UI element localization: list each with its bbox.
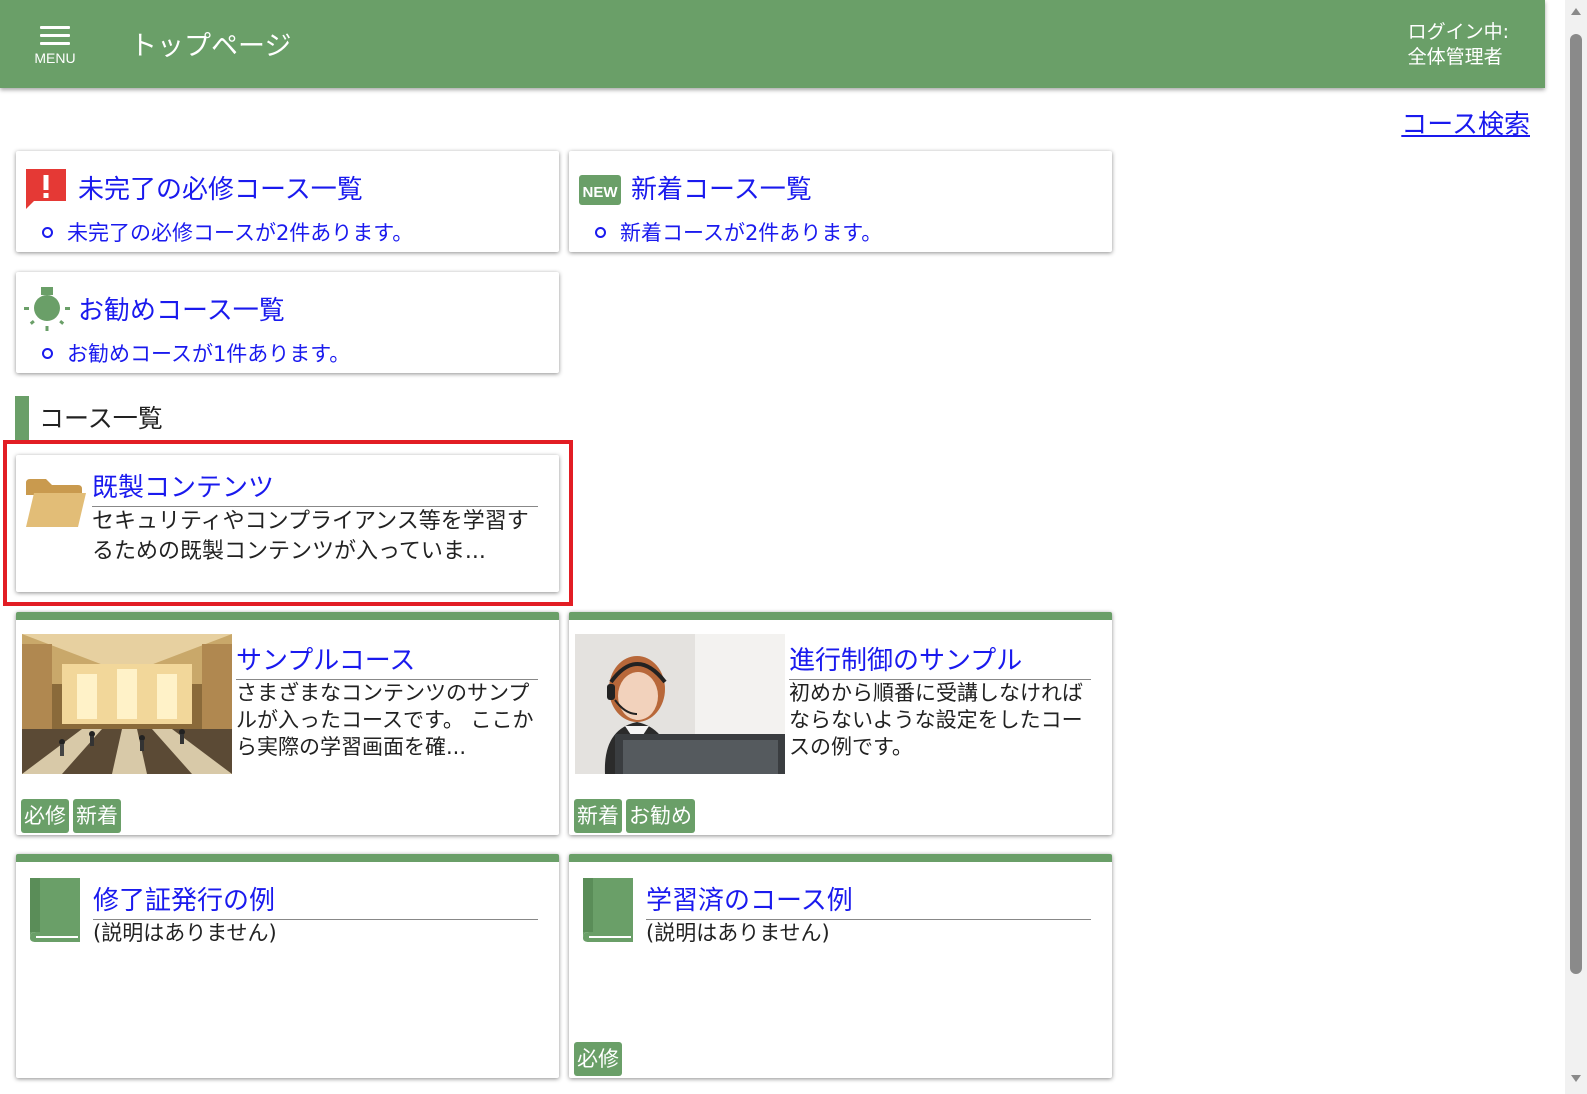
course-title-sample[interactable]: サンプルコース <box>236 640 538 680</box>
course-description-completed: (説明はありません) <box>646 921 830 945</box>
hamburger-icon <box>40 26 70 45</box>
incomplete-required-card: 未完了の必修コース一覧 未完了の必修コースが2件あります。 <box>16 151 559 252</box>
new-courses-title[interactable]: 新着コース一覧 <box>631 169 812 206</box>
course-description-progress-control: 初めから順番に受講しなければならないような設定をしたコースの例です。 <box>789 681 1083 759</box>
menu-button[interactable]: MENU <box>30 20 80 72</box>
app-header: MENU トップページ ログイン中: 全体管理者 <box>0 0 1545 88</box>
lightbulb-icon <box>24 287 70 331</box>
course-search-link[interactable]: コース検索 <box>1401 104 1530 141</box>
folder-card-prebuilt-content[interactable]: 既製コンテンツ セキュリティやコンプライアンス等を学習するための既製コンテンツが… <box>16 455 559 592</box>
new-courses-item[interactable]: 新着コースが2件あります。 <box>595 217 882 247</box>
scroll-down-arrow-icon[interactable] <box>1571 1075 1581 1082</box>
course-thumbnail-headset <box>575 634 785 774</box>
scrollbar[interactable] <box>1565 0 1587 1094</box>
course-badges-sample: 必修 新着 <box>21 799 121 833</box>
course-description-sample: さまざまなコンテンツのサンプルが入ったコースです。 ここから実際の学習画面を確.… <box>236 681 534 759</box>
book-icon <box>30 878 80 942</box>
incomplete-required-title[interactable]: 未完了の必修コース一覧 <box>78 169 363 206</box>
page-title: トップページ <box>130 31 292 62</box>
course-card-sample[interactable]: サンプルコース さまざまなコンテンツのサンプルが入ったコースです。 ここから実際… <box>16 612 559 835</box>
badge-required: 必修 <box>21 799 69 833</box>
course-card-progress-control[interactable]: 進行制御のサンプル 初めから順番に受講しなければならないような設定をしたコースの… <box>569 612 1112 835</box>
scroll-up-arrow-icon[interactable] <box>1571 8 1581 15</box>
course-card-completed[interactable]: 学習済のコース例 (説明はありません) 必修 <box>569 854 1112 1078</box>
badge-required: 必修 <box>574 1042 622 1076</box>
course-title-certificate[interactable]: 修了証発行の例 <box>93 880 538 920</box>
folder-description: セキュリティやコンプライアンス等を学習するための既製コンテンツが入っていま... <box>92 509 529 564</box>
recommended-courses-item[interactable]: お勧めコースが1件あります。 <box>42 338 350 368</box>
badge-recommended: お勧め <box>626 799 695 833</box>
badge-new: 新着 <box>73 799 121 833</box>
course-badges-completed: 必修 <box>574 1042 622 1076</box>
login-status: ログイン中: 全体管理者 <box>1408 20 1509 70</box>
course-badges-progress-control: 新着 お勧め <box>574 799 695 833</box>
alert-icon <box>26 169 66 209</box>
new-courses-card: NEW 新着コース一覧 新着コースが2件あります。 <box>569 151 1112 252</box>
course-title-progress-control[interactable]: 進行制御のサンプル <box>789 640 1091 680</box>
login-label: ログイン中: <box>1407 21 1509 43</box>
book-icon <box>583 878 633 942</box>
course-list-heading: コース一覧 <box>15 396 163 440</box>
folder-title[interactable]: 既製コンテンツ <box>92 467 538 507</box>
incomplete-required-item[interactable]: 未完了の必修コースが2件あります。 <box>42 217 413 247</box>
new-icon: NEW <box>579 175 621 205</box>
scroll-thumb[interactable] <box>1570 34 1582 974</box>
svg-text:NEW: NEW <box>583 184 619 201</box>
recommended-courses-title[interactable]: お勧めコース一覧 <box>78 290 285 327</box>
course-card-certificate[interactable]: 修了証発行の例 (説明はありません) <box>16 854 559 1078</box>
course-title-completed[interactable]: 学習済のコース例 <box>646 880 1091 920</box>
badge-new: 新着 <box>574 799 622 833</box>
recommended-courses-card: お勧めコース一覧 お勧めコースが1件あります。 <box>16 272 559 373</box>
folder-icon <box>26 479 86 527</box>
login-user: 全体管理者 <box>1407 46 1503 68</box>
course-description-certificate: (説明はありません) <box>93 921 277 945</box>
menu-label: MENU <box>34 50 76 66</box>
course-thumbnail-station <box>22 634 232 774</box>
